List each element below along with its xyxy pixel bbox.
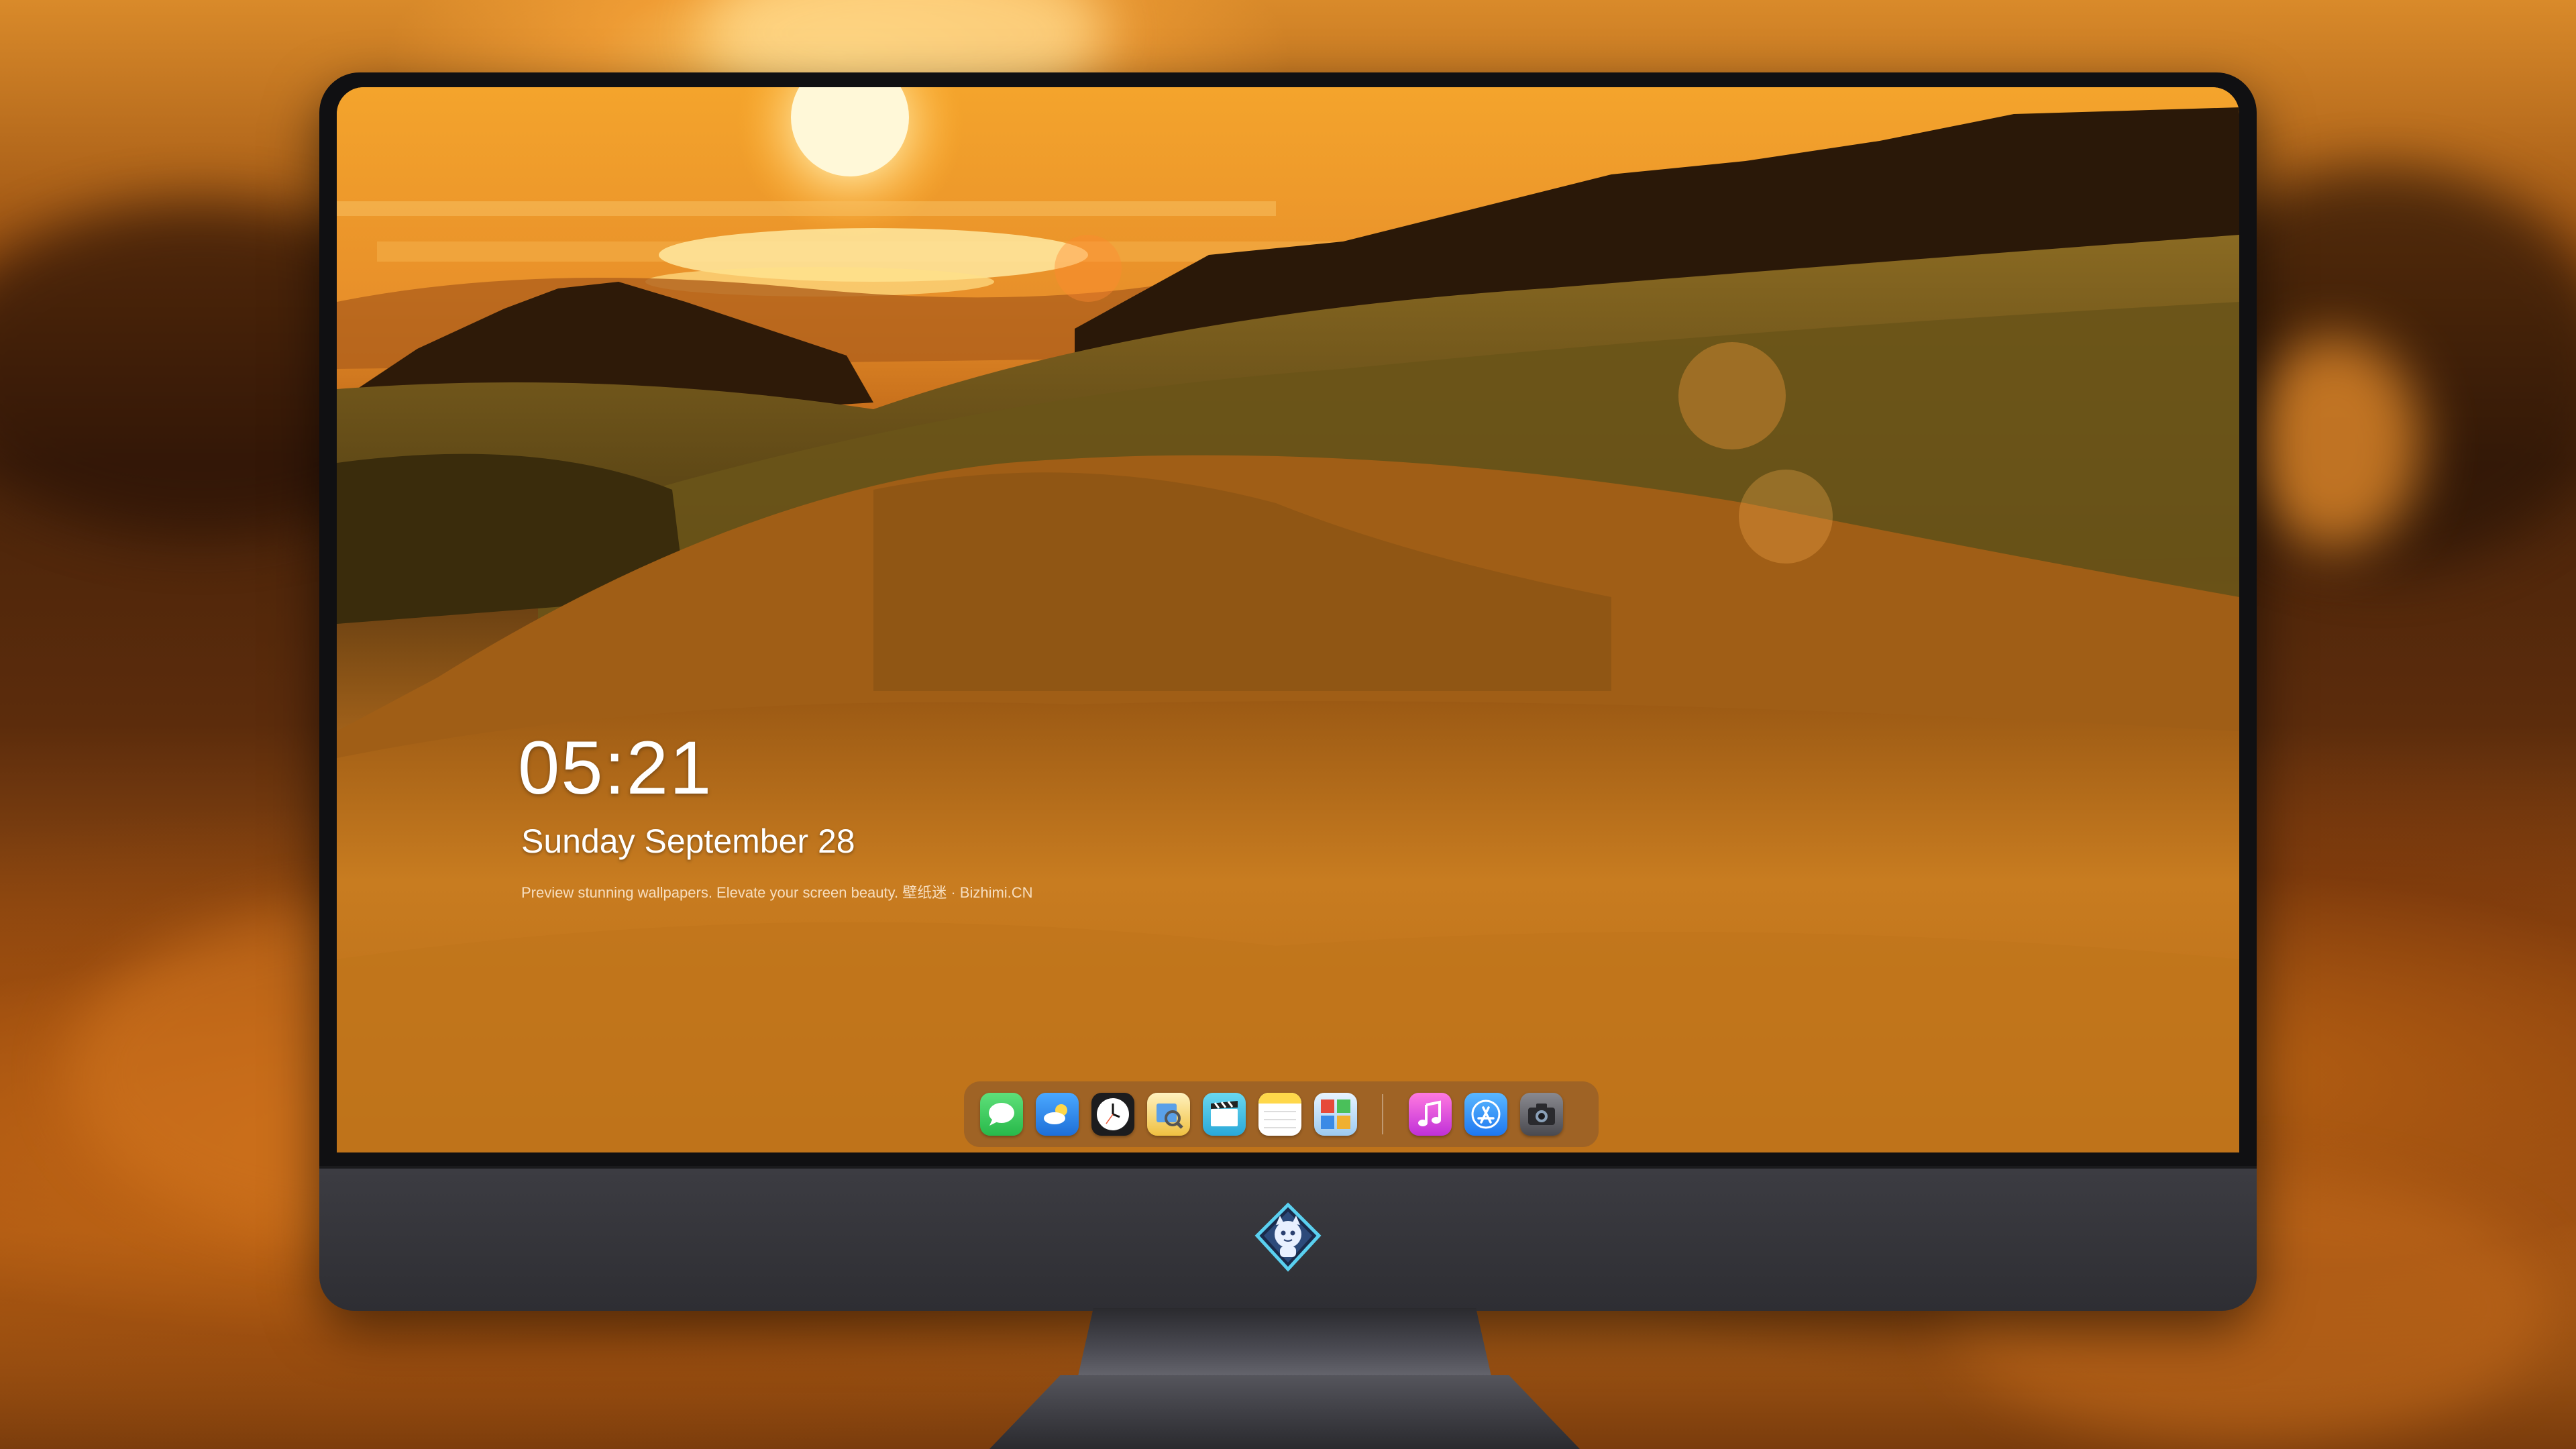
app-store-icon[interactable] [1464, 1093, 1507, 1136]
dock [964, 1081, 1599, 1147]
preview-icon[interactable] [1147, 1093, 1190, 1136]
desktop-screen: 05:21 Sunday September 28 Preview stunni… [337, 87, 2239, 1152]
notes-icon[interactable] [1258, 1093, 1301, 1136]
music-icon[interactable] [1409, 1093, 1452, 1136]
monitor-stand-base [989, 1375, 1580, 1449]
wallpaper-landscape [337, 87, 2239, 1152]
messages-icon[interactable] [980, 1093, 1023, 1136]
clips-icon[interactable] [1203, 1093, 1246, 1136]
camera-icon[interactable] [1520, 1093, 1563, 1136]
photo-booth-icon[interactable] [1314, 1093, 1357, 1136]
mascot-logo [1254, 1202, 1322, 1272]
monitor-stand-neck [1077, 1308, 1493, 1382]
lock-date: Sunday September 28 [521, 822, 855, 860]
clock-icon[interactable] [1091, 1093, 1134, 1136]
dock-separator [1382, 1094, 1383, 1134]
weather-icon[interactable] [1036, 1093, 1079, 1136]
lock-clock: 05:21 [518, 726, 713, 810]
wallpaper-tagline: Preview stunning wallpapers. Elevate you… [521, 884, 1033, 901]
